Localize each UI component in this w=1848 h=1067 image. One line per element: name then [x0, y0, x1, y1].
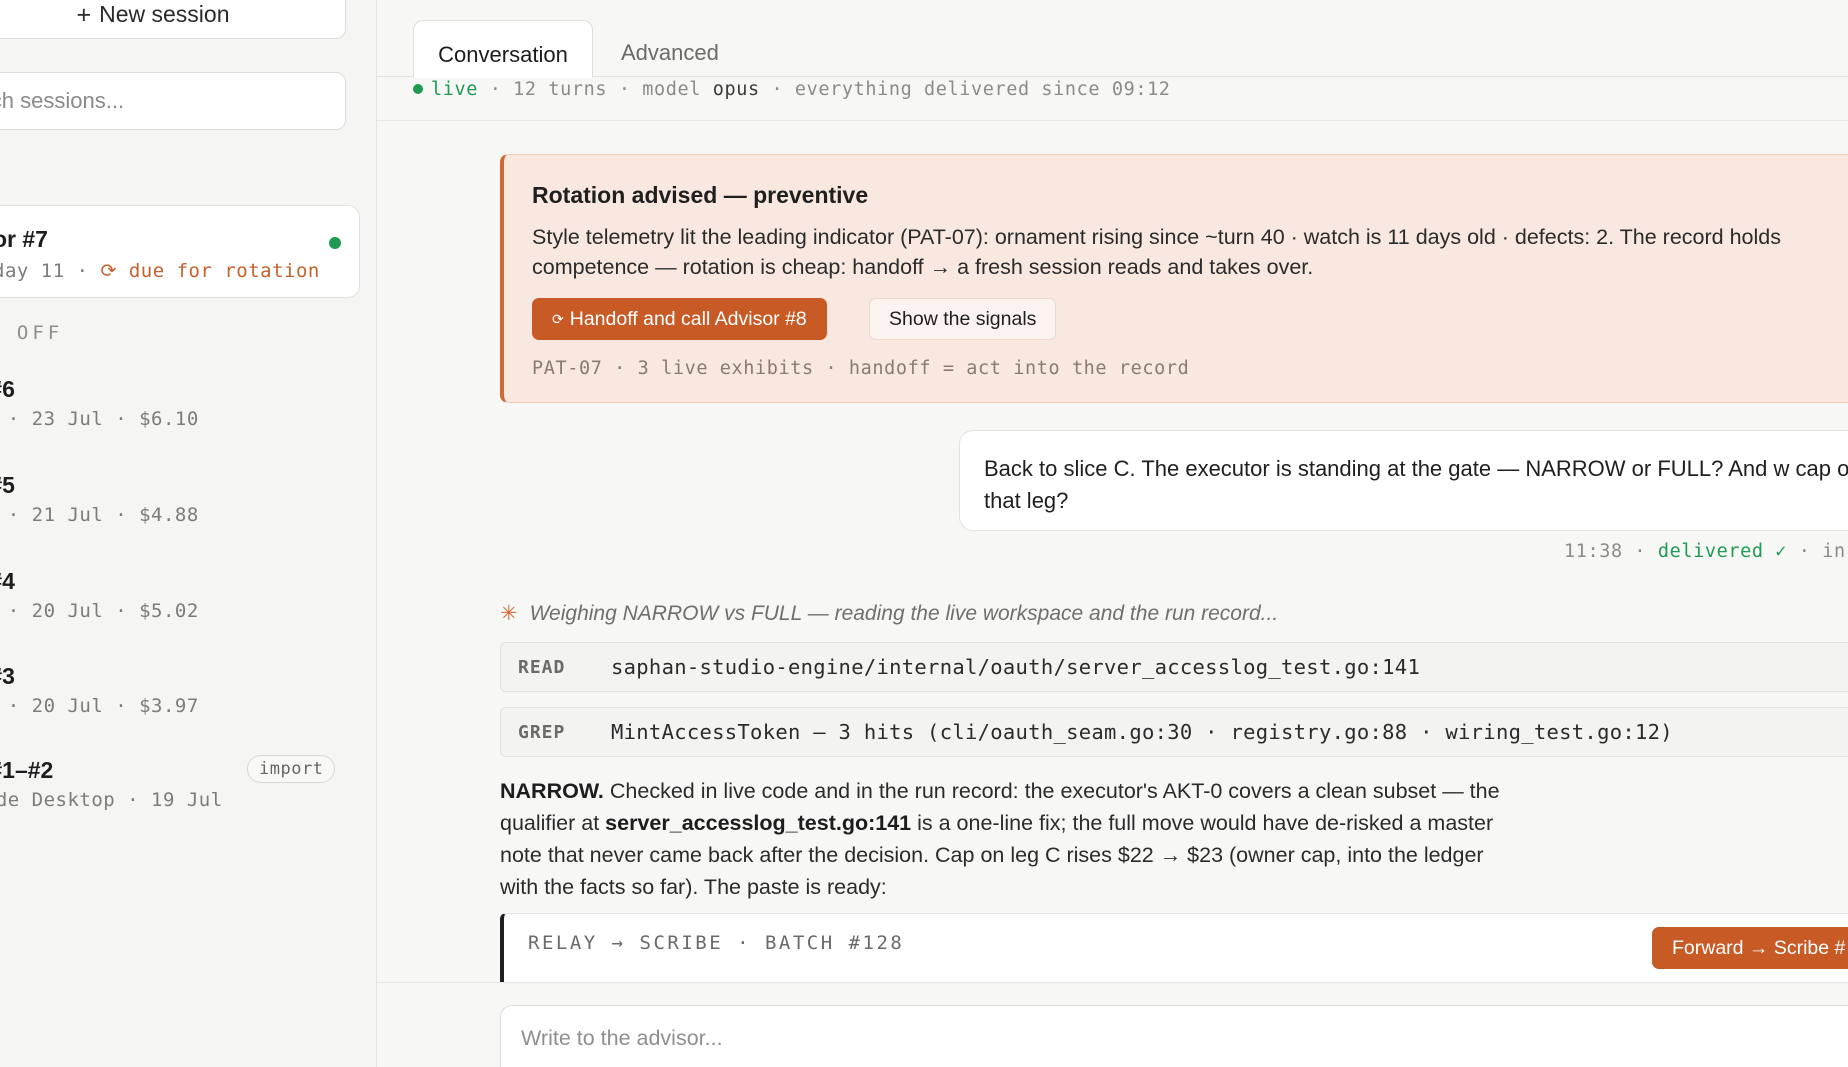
- answer-verdict: NARROW.: [500, 779, 604, 803]
- user-message-meta: 11:38 · delivered ✓ · in: [1564, 541, 1846, 562]
- tool-argument: MintAccessToken — 3 hits (cli/oauth_seam…: [611, 720, 1673, 744]
- forward-to-scribe-button[interactable]: Forward → Scribe #: [1652, 927, 1848, 969]
- session-title: or #1–#2: [0, 757, 54, 783]
- show-signals-button[interactable]: Show the signals: [869, 298, 1057, 340]
- session-meta: f ✓ · 23 Jul · $6.10: [0, 408, 199, 430]
- tab-conversation[interactable]: Conversation: [413, 20, 593, 78]
- user-message-text: Back to slice C. The executor is standin…: [984, 456, 1848, 513]
- tool-call-grep[interactable]: GREP MintAccessToken — 3 hits (cli/oauth…: [500, 707, 1848, 757]
- session-meta: f ✓ · 20 Jul · $3.97: [0, 695, 199, 717]
- message-time: 11:38 ·: [1564, 541, 1647, 562]
- rotation-icon: ⟳: [100, 260, 117, 282]
- user-message: Back to slice C. The executor is standin…: [959, 430, 1848, 531]
- message-meta-tail: · in: [1798, 541, 1846, 562]
- session-title: or #3: [0, 663, 15, 689]
- tab-advanced[interactable]: Advanced: [599, 20, 741, 78]
- assistant-answer: NARROW. Checked in live code and in the …: [500, 775, 1520, 903]
- turns-label: · 12 turns · model: [489, 79, 701, 100]
- session-title: or #4: [0, 568, 15, 594]
- new-session-button[interactable]: + New session: [0, 0, 346, 39]
- message-input[interactable]: [521, 1026, 1821, 1051]
- section-label: D OFF: [0, 322, 64, 344]
- handoff-button[interactable]: ⟳ Handoff and call Advisor #8: [532, 298, 827, 340]
- delivered-label: · everything delivered since 09:12: [771, 79, 1171, 100]
- session-title: or #5: [0, 472, 15, 498]
- thinking-text: Weighing NARROW vs FULL — reading the li…: [529, 602, 1279, 625]
- delivery-status: delivered ✓: [1657, 541, 1788, 562]
- rotation-icon: ⟳: [552, 310, 564, 327]
- session-meta: day 11 · ⟳ due for rotation: [0, 260, 320, 282]
- session-meta: f ✓ · 20 Jul · $5.02: [0, 600, 199, 622]
- session-title: or #6: [0, 376, 15, 402]
- session-meta-prefix: day 11 ·: [0, 260, 101, 282]
- live-indicator-dot: [329, 237, 341, 249]
- relay-label: RELAY → SCRIBE · BATCH #128: [528, 932, 905, 954]
- conversation-thread[interactable]: Rotation advised — preventive Style tele…: [377, 120, 1848, 982]
- rotation-title: Rotation advised — preventive: [532, 182, 869, 208]
- tool-argument: saphan-studio-engine/internal/oauth/serv…: [611, 655, 1421, 679]
- import-badge: import: [247, 755, 336, 783]
- thinking-indicator: ✳ Weighing NARROW vs FULL — reading the l…: [500, 601, 1278, 626]
- composer: [500, 1005, 1848, 1067]
- tool-verb: READ: [518, 656, 566, 678]
- rotation-status: due for rotation: [128, 260, 320, 282]
- main-panel: Conversation Advanced live · 12 turns · …: [377, 0, 1848, 1067]
- session-meta: f ✓ · 21 Jul · $4.88: [0, 504, 199, 526]
- live-label: live: [431, 79, 478, 100]
- search-input[interactable]: [0, 88, 289, 114]
- session-status-line: live · 12 turns · model opus · everythin…: [413, 78, 1171, 102]
- rotation-advisory-card: Rotation advised — preventive Style tele…: [500, 154, 1848, 403]
- composer-area: [377, 982, 1848, 1067]
- plus-icon: +: [76, 1, 92, 29]
- handoff-label: Handoff and call Advisor #8: [569, 307, 807, 330]
- answer-file-reference: server_accesslog_test.go:141: [605, 811, 912, 835]
- tab-bar: Conversation Advanced: [377, 0, 1848, 78]
- tool-call-read[interactable]: READ saphan-studio-engine/internal/oauth…: [500, 642, 1848, 692]
- relay-card: RELAY → SCRIBE · BATCH #128 Forward → Sc…: [500, 913, 1848, 982]
- session-item-active[interactable]: or #7 day 11 · ⟳ due for rotation: [0, 205, 360, 298]
- search-box: [0, 72, 346, 130]
- rotation-body: Style telemetry lit the leading indicato…: [532, 225, 1781, 279]
- model-name: opus: [712, 79, 760, 100]
- spark-icon: ✳: [500, 602, 518, 625]
- live-dot-icon: [413, 84, 423, 94]
- sidebar: + New session or #7 day 11 · ⟳ due for r…: [0, 0, 377, 1067]
- new-session-label: New session: [99, 1, 230, 27]
- session-meta: laude Desktop · 19 Jul: [0, 789, 223, 811]
- rotation-footer: PAT-07 · 3 live exhibits · handoff = act…: [532, 358, 1190, 379]
- tool-verb: GREP: [518, 721, 566, 743]
- session-title: or #7: [0, 226, 48, 252]
